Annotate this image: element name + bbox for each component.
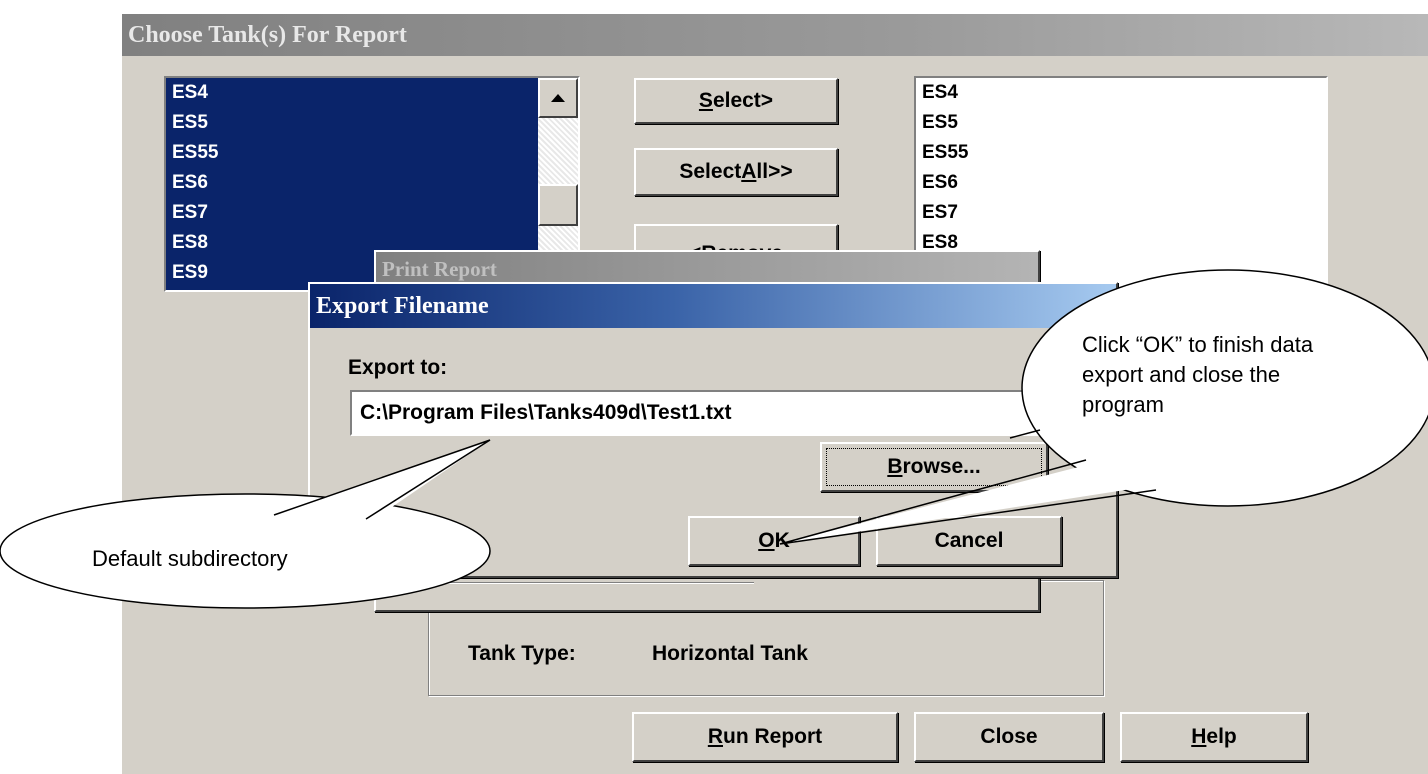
callout-left-text: Default subdirectory xyxy=(92,546,288,571)
callout-right-text: Click “OK” to finish data export and clo… xyxy=(1082,332,1314,417)
